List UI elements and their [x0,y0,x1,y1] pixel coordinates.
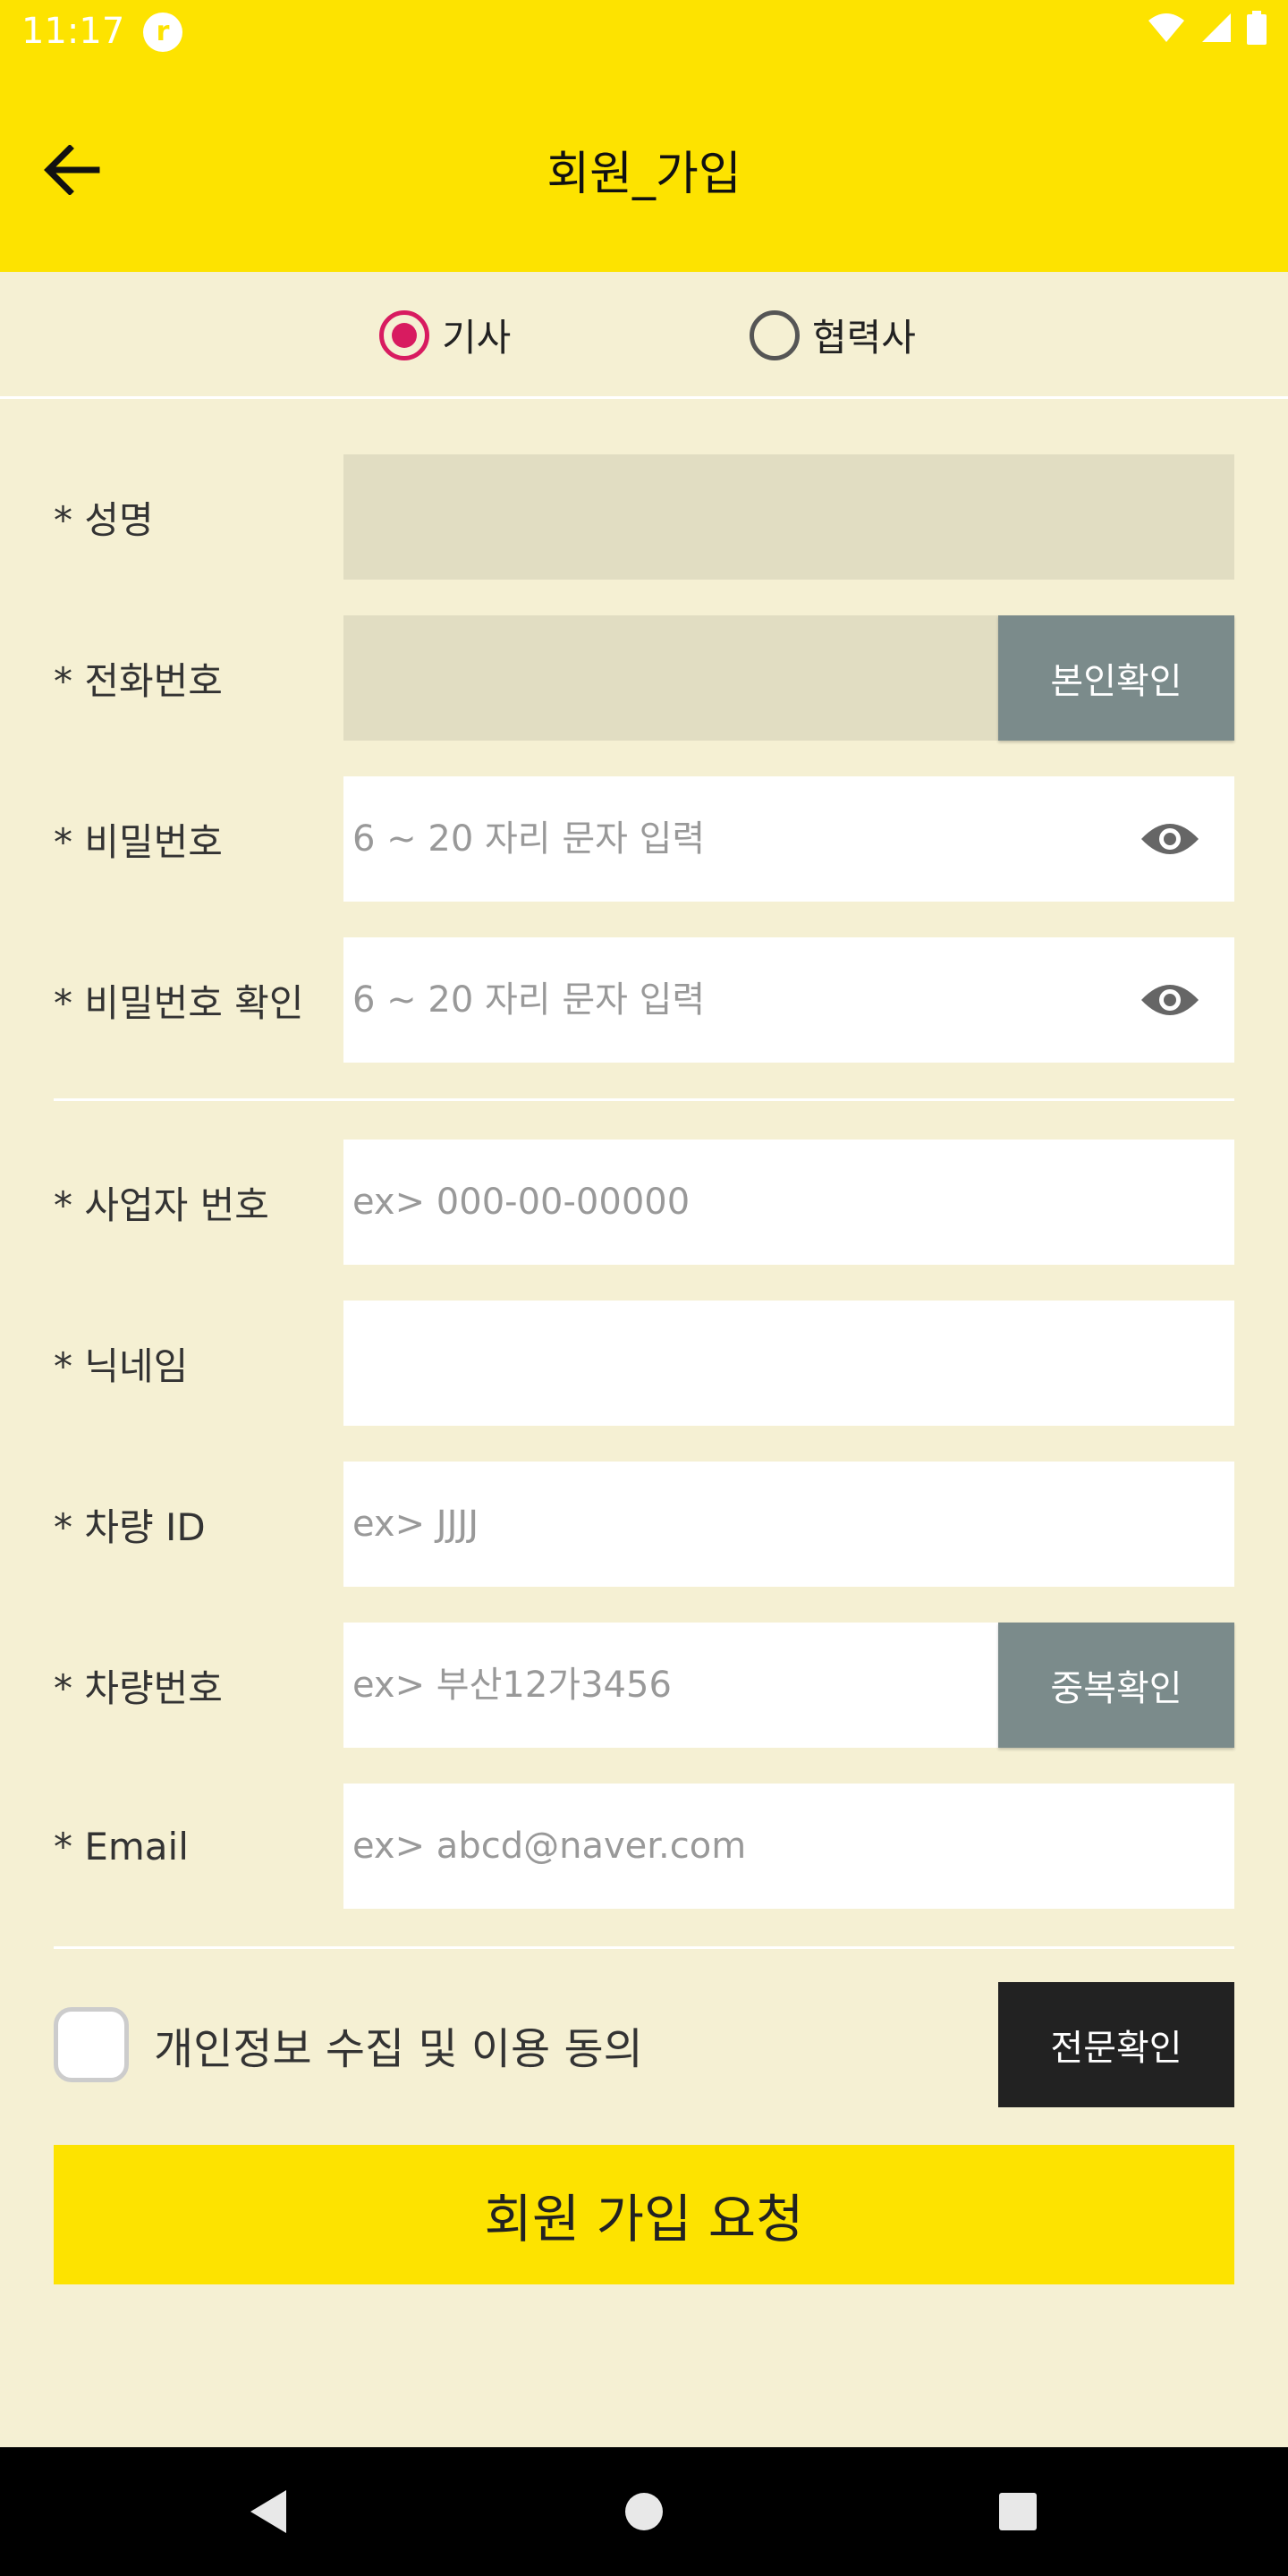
radio-partner-circle[interactable] [750,309,800,360]
page-title: 회원_가입 [547,148,741,201]
name-label: * 성명 [54,497,154,542]
nav-back-button[interactable] [233,2476,304,2547]
eye-icon [1141,824,1199,854]
wifi-icon [1148,13,1184,42]
consent-checkbox[interactable] [54,2007,129,2082]
password-row: * 비밀번호 [0,776,1288,902]
phone-label: * 전화번호 [54,658,223,703]
battery-icon [1247,11,1267,45]
system-nav-bar [0,2447,1288,2576]
duplicate-check-button[interactable]: 중복확인 [998,1623,1234,1748]
app-bar: 회원_가입 [0,64,1288,272]
phone-field[interactable] [343,615,998,741]
password-visibility-toggle[interactable] [1134,809,1206,869]
status-bar: 11:17 r [0,0,1288,64]
radio-driver-circle[interactable] [379,309,429,360]
section-divider [0,396,1288,399]
member-type-radio-group: 기사 협력사 [0,272,1288,397]
form-divider [54,1946,1234,1949]
radio-partner-label: 협력사 [812,316,916,360]
vehicle-number-row: * 차량번호 중복확인 [0,1623,1288,1748]
signup-request-button[interactable]: 회원 가입 요청 [54,2145,1234,2284]
radio-partner[interactable]: 협력사 [750,308,916,362]
name-field[interactable] [343,454,1234,580]
eye-icon [1141,985,1199,1015]
consent-row: 개인정보 수집 및 이용 동의 전문확인 [0,1982,1288,2107]
nickname-field[interactable] [343,1301,1234,1426]
password-field[interactable] [343,776,1234,902]
password-confirm-visibility-toggle[interactable] [1134,970,1206,1030]
consent-label: 개인정보 수집 및 이용 동의 [154,2024,643,2074]
business-number-row: * 사업자 번호 [0,1140,1288,1265]
status-icons [1147,11,1267,45]
vehicle-id-label: * 차량 ID [54,1504,206,1549]
vehicle-id-field[interactable] [343,1462,1234,1587]
business-number-label: * 사업자 번호 [54,1182,269,1227]
email-field[interactable] [343,1784,1234,1909]
email-label: * Email [54,1824,189,1868]
view-full-text-button[interactable]: 전문확인 [998,1982,1234,2107]
vehicle-number-field[interactable] [343,1623,998,1748]
password-confirm-field[interactable] [343,937,1234,1063]
vehicle-id-row: * 차량 ID [0,1462,1288,1587]
password-confirm-row: * 비밀번호 확인 [0,937,1288,1063]
nickname-label: * 닉네임 [54,1343,189,1388]
nav-home-button[interactable] [608,2476,680,2547]
verify-identity-button[interactable]: 본인확인 [998,615,1234,741]
vehicle-number-label: * 차량번호 [54,1665,223,1710]
square-recents-icon [999,2493,1037,2530]
status-time: 11:17 [21,11,125,52]
business-number-field[interactable] [343,1140,1234,1265]
name-row: * 성명 [0,454,1288,580]
signal-icon [1202,13,1231,42]
nickname-row: * 닉네임 [0,1301,1288,1426]
form-divider [54,1098,1234,1101]
radio-driver-label: 기사 [442,316,512,360]
circle-home-icon [625,2493,663,2530]
triangle-back-icon [250,2490,286,2533]
email-row: * Email [0,1784,1288,1909]
password-label: * 비밀번호 [54,819,223,864]
phone-row: * 전화번호 본인확인 [0,615,1288,741]
nav-recents-button[interactable] [982,2476,1054,2547]
password-confirm-label: * 비밀번호 확인 [54,980,304,1025]
app-notification-icon: r [143,13,182,52]
radio-driver[interactable]: 기사 [379,308,511,362]
